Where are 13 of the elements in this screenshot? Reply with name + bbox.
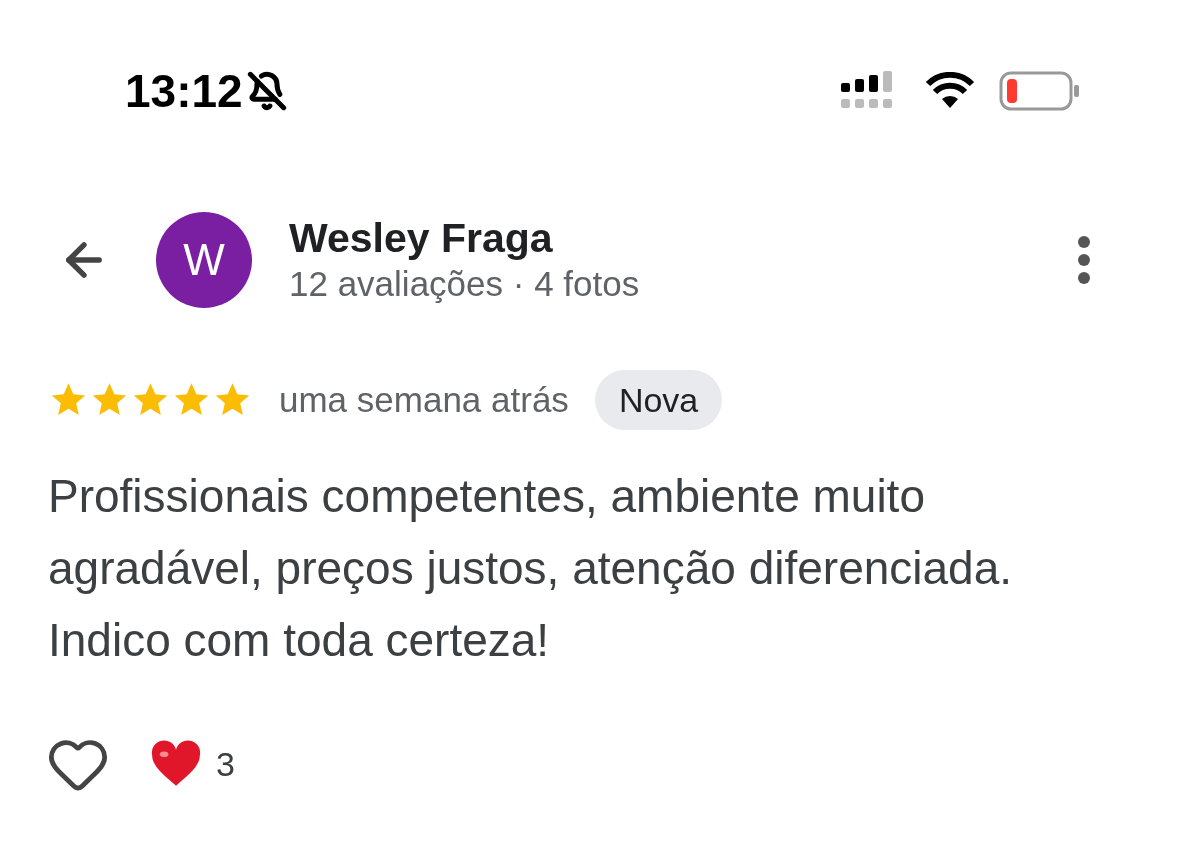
reviewer-stats: 12 avaliações · 4 fotos bbox=[289, 263, 641, 305]
wifi-icon bbox=[925, 72, 975, 110]
battery-icon bbox=[999, 71, 1081, 111]
heart-emoji-icon bbox=[150, 740, 202, 788]
more-options-icon bbox=[1077, 235, 1091, 285]
reviewer-name: Wesley Fraga bbox=[289, 214, 554, 262]
review-text: Profissionais competentes, ambiente muito agradável, preços justos, atenção diferenciada. Indico com toda certeza! bbox=[47, 469, 1014, 668]
new-badge: Nova bbox=[594, 370, 723, 430]
muted-bell-icon bbox=[246, 71, 287, 111]
review-date: uma semana atrás bbox=[279, 378, 569, 421]
reaction-count: 3 bbox=[216, 743, 235, 785]
avatar: W bbox=[156, 212, 252, 308]
clock-time: 13:12 bbox=[125, 68, 243, 114]
